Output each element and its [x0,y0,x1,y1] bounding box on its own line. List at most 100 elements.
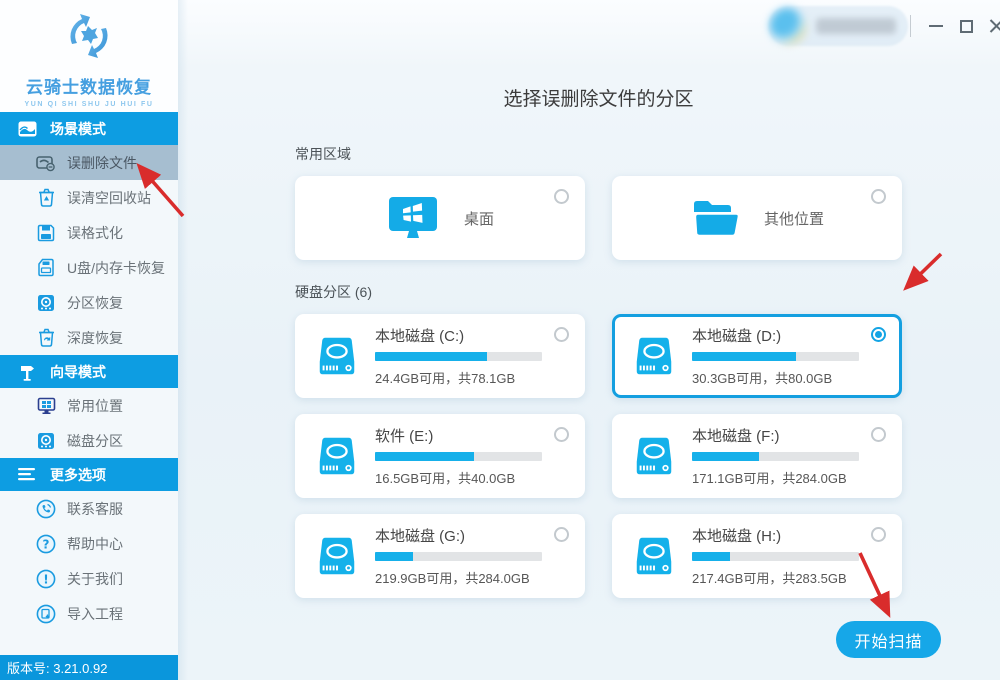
common-area-grid: 桌面 其他位置 [295,176,902,260]
sidebar-item-label: 深度恢复 [67,329,123,346]
common-area-label: 常用区域 [295,146,351,162]
maximize-button[interactable] [954,14,978,38]
deep-recovery-icon [36,328,56,348]
sidebar-item-help-center[interactable]: ? 帮助中心 [0,526,178,561]
disk-usage-text: 30.3GB可用，共80.0GB [692,371,833,386]
sidebar-item-label: U盘/内存卡恢复 [67,259,165,276]
disk-usage-bar [692,452,859,461]
sidebar-header-more-options: 更多选项 [0,458,178,491]
disk-card-c[interactable]: 本地磁盘 (C:) 24.4GB可用，共78.1GB [295,314,585,398]
hard-drive-icon [636,537,672,575]
sidebar-item-usb-memory-card[interactable]: U盘/内存卡恢复 [0,250,178,285]
close-button[interactable] [984,14,1000,38]
minimize-button[interactable] [924,14,948,38]
radio-desktop[interactable] [554,189,569,204]
disk-usage-text: 16.5GB可用，共40.0GB [375,471,516,486]
radio-disk-c[interactable] [554,327,569,342]
disk-name: 本地磁盘 (G:) [375,528,465,545]
disk-name: 本地磁盘 (H:) [692,528,782,545]
exclaim-circle-icon: ! [36,569,56,589]
partition-disk-icon [36,293,56,313]
sidebar-item-common-locations[interactable]: 常用位置 [0,388,178,423]
radio-other-location[interactable] [871,189,886,204]
sidebar-header-scene-mode: 场景模式 [0,112,178,145]
disk-card-h[interactable]: 本地磁盘 (H:) 217.4GB可用，共283.5GB [612,514,902,598]
maximize-icon [959,19,973,33]
floppy-icon [36,223,56,243]
memory-card-icon [36,258,56,278]
location-card-label: 其他位置 [763,210,824,228]
sidebar-header-label: 更多选项 [50,466,106,483]
hard-drive-icon [636,337,672,375]
disk-usage-text: 219.9GB可用，共284.0GB [375,571,530,586]
radio-disk-h[interactable] [871,527,886,542]
disk-name: 本地磁盘 (D:) [692,328,782,345]
hard-drive-icon [319,537,355,575]
radio-disk-e[interactable] [554,427,569,442]
minimize-icon [929,25,943,27]
disk-name: 软件 (E:) [375,428,434,445]
signpost-icon [18,364,37,381]
sidebar-item-deleted-files[interactable]: 误删除文件 [0,145,178,180]
radio-disk-f[interactable] [871,427,886,442]
disk-name: 本地磁盘 (F:) [692,428,780,445]
sidebar-item-import-project[interactable]: 导入工程 [0,596,178,631]
disk-usage-text: 24.4GB可用，共78.1GB [375,371,516,386]
disk-card-f[interactable]: 本地磁盘 (F:) 171.1GB可用，共284.0GB [612,414,902,498]
disk-usage-text: 217.4GB可用，共283.5GB [692,571,847,586]
sidebar-item-label: 常用位置 [67,397,123,414]
sidebar-item-disk-partitions[interactable]: 磁盘分区 [0,423,178,458]
start-scan-button[interactable]: 开始扫描 [836,621,941,658]
disk-usage-bar [692,552,859,561]
location-card-label: 桌面 [463,210,494,228]
sidebar-header-label: 场景模式 [50,120,106,137]
open-folder-icon [693,201,740,237]
sidebar-item-label: 误格式化 [67,224,123,241]
sidebar-item-formatted[interactable]: 误格式化 [0,215,178,250]
disk-icon [36,431,56,451]
radio-disk-d[interactable] [871,327,886,342]
sidebar-item-emptied-recycle-bin[interactable]: 误清空回收站 [0,180,178,215]
disk-partitions-label: 硬盘分区 (6) [295,284,372,300]
app-window: 云骑士数据恢复 YUN QI SHI SHU JU HUI FU 场景模式 误删… [0,0,1000,680]
sidebar-item-label: 误删除文件 [67,154,137,171]
sidebar-item-deep-recovery[interactable]: 深度恢复 [0,320,178,355]
hard-drive-icon [319,337,355,375]
sidebar-item-label: 误清空回收站 [67,189,151,206]
brand-tagline: YUN QI SHI SHU JU HUI FU [24,101,154,108]
disk-usage-bar [375,552,542,561]
content-area: 选择误删除文件的分区 常用区域 桌面 其他位置 硬盘分区 (6) 本地磁盘 (C… [295,0,902,598]
location-card-other[interactable]: 其他位置 [612,176,902,260]
version-label: 版本号: 3.21.0.92 [7,661,108,676]
sidebar-item-partition-recovery[interactable]: 分区恢复 [0,285,178,320]
brand-logo-block: 云骑士数据恢复 YUN QI SHI SHU JU HUI FU [0,0,178,112]
titlebar-divider [910,15,911,37]
sidebar-item-about-us[interactable]: ! 关于我们 [0,561,178,596]
question-circle-icon: ? [36,534,56,554]
hard-drive-icon [319,437,355,475]
sidebar-header-label: 向导模式 [50,363,106,380]
location-card-desktop[interactable]: 桌面 [295,176,585,260]
disk-usage-fill [692,552,731,561]
scene-mode-icon [18,121,37,137]
disk-card-e[interactable]: 软件 (E:) 16.5GB可用，共40.0GB [295,414,585,498]
disk-usage-fill [692,452,759,461]
sidebar-item-label: 关于我们 [67,570,123,587]
svg-text:!: ! [43,572,48,586]
sidebar-header-guide-mode: 向导模式 [0,355,178,388]
radio-disk-g[interactable] [554,527,569,542]
sidebar: 云骑士数据恢复 YUN QI SHI SHU JU HUI FU 场景模式 误删… [0,0,178,680]
sidebar-item-contact-support[interactable]: 联系客服 [0,491,178,526]
main-panel: 选择误删除文件的分区 常用区域 桌面 其他位置 硬盘分区 (6) 本地磁盘 (C… [178,0,1000,680]
monitor-icon [36,396,56,416]
sidebar-item-label: 磁盘分区 [67,432,123,449]
close-icon [989,19,1000,34]
desktop-windows-icon [388,197,437,238]
brand-name: 云骑士数据恢复 [26,78,152,97]
disk-card-d[interactable]: 本地磁盘 (D:) 30.3GB可用，共80.0GB [612,314,902,398]
import-circle-icon [36,604,56,624]
disk-usage-text: 171.1GB可用，共284.0GB [692,471,847,486]
page-title: 选择误删除文件的分区 [503,89,694,110]
disk-grid: 本地磁盘 (C:) 24.4GB可用，共78.1GB 本地磁盘 (D:) 30.… [295,314,902,598]
disk-card-g[interactable]: 本地磁盘 (G:) 219.9GB可用，共284.0GB [295,514,585,598]
